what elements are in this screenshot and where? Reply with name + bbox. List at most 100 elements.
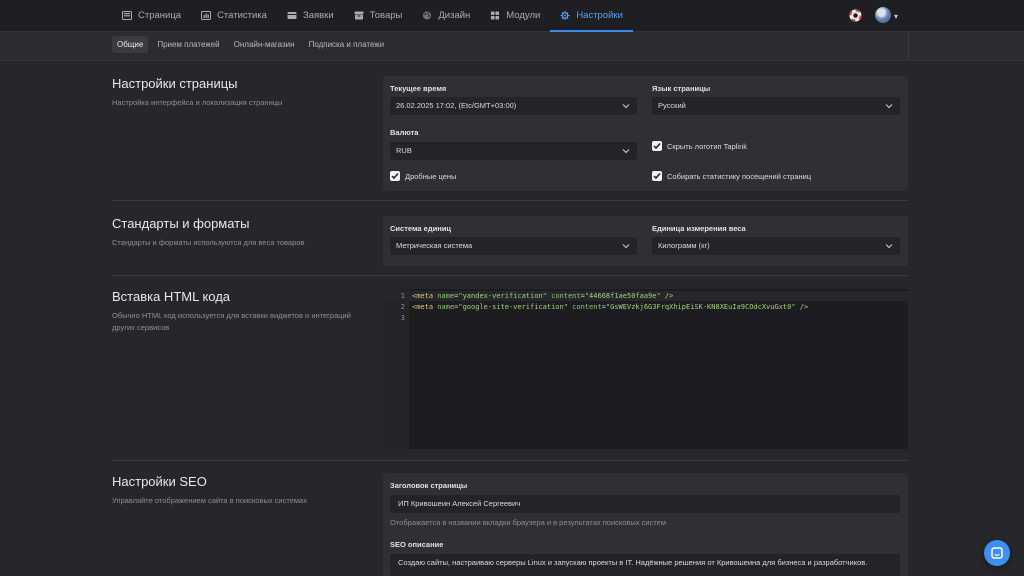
checkmark-icon <box>391 173 399 180</box>
checkbox-label: Дробные цены <box>405 171 457 181</box>
language-label: Язык страницы <box>652 84 711 93</box>
requests-icon <box>287 12 297 19</box>
modules-icon <box>491 11 500 20</box>
select-value: Килограмм (кг) <box>658 241 710 250</box>
nav-item-settings[interactable]: Настройки <box>550 0 633 32</box>
stats-icon <box>201 11 212 20</box>
nav-label: Модули <box>506 10 541 21</box>
chevron-down-icon <box>622 244 630 249</box>
nav-label: Товары <box>369 10 403 21</box>
standards-panel: Система единиц Метрическая система Едини… <box>383 216 908 266</box>
code-string: "44668f1ae50faa9e" <box>584 292 661 300</box>
fractional-prices-checkbox[interactable]: Дробные цены <box>390 171 456 181</box>
palette-icon <box>423 11 432 20</box>
code-tag: /> <box>664 292 674 300</box>
section-description: Обычно HTML код используется для вставки… <box>112 311 351 332</box>
currency-label: Валюта <box>390 128 419 137</box>
page-settings-panel: Текущее время 26.02.2025 17:02, (Etc/GMT… <box>383 76 908 191</box>
line-number: 2 <box>400 303 405 311</box>
top-navigation-bar: Страница Статистика Заявки Товары Дизайн… <box>0 0 1024 32</box>
page-title-hint: Отображается в названии вкладки браузера… <box>390 518 666 527</box>
chevron-down-icon[interactable]: ▾ <box>894 12 898 21</box>
settings-icon <box>560 11 570 20</box>
section-description: Управляйте отображением сайта в поисковы… <box>112 496 307 505</box>
checkmark-icon <box>653 173 661 180</box>
code-text: <meta name="google-site-verification" co… <box>412 302 808 312</box>
nav-label: Дизайн <box>438 10 471 21</box>
seo-description-textarea[interactable]: Создаю сайты, настраиваю серверы Linux и… <box>390 554 900 576</box>
code-tag: /> <box>799 303 809 311</box>
code-string: "yandex-verification" <box>458 292 547 300</box>
support-chat-button[interactable] <box>984 540 1010 566</box>
select-value: RUB <box>396 146 412 155</box>
line-number: 1 <box>400 292 405 300</box>
code-text: <meta name="yandex-verification" content… <box>412 291 673 301</box>
current-time-select[interactable]: 26.02.2025 17:02, (Etc/GMT+03:00) <box>390 97 637 115</box>
section-description: Настройка интерфейса и локализация стран… <box>112 98 283 107</box>
user-avatar[interactable] <box>875 7 891 23</box>
section-title-html-insert: Вставка HTML кода <box>112 289 231 304</box>
nav-item-products[interactable]: Товары <box>344 0 413 31</box>
weight-label: Единица измерения веса <box>652 224 746 233</box>
hide-logo-checkbox[interactable]: Скрыть логотип Taplink <box>652 141 747 151</box>
subtab-subscription[interactable]: Подписка и платежи <box>304 36 390 53</box>
code-attr: name <box>437 292 455 300</box>
help-lifebuoy-icon[interactable] <box>849 9 862 22</box>
code-line: 2 <meta name="google-site-verification" … <box>383 302 908 312</box>
checkmark-icon <box>653 143 661 150</box>
language-select[interactable]: Русский <box>652 97 900 115</box>
settings-subnav: Общие Прием платежей Онлайн-магазин Подп… <box>112 36 393 53</box>
chevron-down-icon <box>885 244 893 249</box>
main-nav: Страница Статистика Заявки Товары Дизайн… <box>112 0 633 32</box>
subtab-online-store[interactable]: Онлайн-магазин <box>229 36 300 53</box>
html-code-editor[interactable]: 1 <meta name="yandex-verification" conte… <box>383 289 908 449</box>
section-divider <box>112 460 908 461</box>
code-string: "GsWEVzkj6G3FrqXhipEiSK-KN8XEuIa9COdcXvu… <box>605 303 796 311</box>
checkbox-box[interactable] <box>390 171 400 181</box>
section-title-seo: Настройки SEO <box>112 474 207 489</box>
nav-label: Заявки <box>302 10 334 21</box>
currency-select[interactable]: RUB <box>390 142 637 160</box>
section-title-page-settings: Настройки страницы <box>112 76 238 91</box>
nav-label: Настройки <box>576 10 623 21</box>
divider <box>908 32 909 60</box>
settings-subnav-bar: Общие Прием платежей Онлайн-магазин Подп… <box>0 32 1024 61</box>
line-number: 3 <box>400 314 405 322</box>
chat-icon <box>991 547 1003 559</box>
subtab-payments[interactable]: Прием платежей <box>152 36 224 53</box>
chevron-down-icon <box>622 149 630 154</box>
page-title-input[interactable]: ИП Кривошеин Алексей Сергеевич <box>390 495 900 513</box>
seo-panel: Заголовок страницы ИП Кривошеин Алексей … <box>383 473 908 576</box>
checkbox-box[interactable] <box>652 171 662 181</box>
checkbox-label: Скрыть логотип Taplink <box>667 141 748 151</box>
checkbox-label: Собирать статистику посещений страниц <box>667 171 812 181</box>
nav-item-statistics[interactable]: Статистика <box>191 0 277 31</box>
section-title-standards: Стандарты и форматы <box>112 216 250 231</box>
page-title-label: Заголовок страницы <box>390 481 468 490</box>
chevron-down-icon <box>885 104 893 109</box>
units-select[interactable]: Метрическая система <box>390 237 637 255</box>
code-attr: content <box>572 303 602 311</box>
collect-stats-checkbox[interactable]: Собирать статистику посещений страниц <box>652 171 811 181</box>
units-label: Система единиц <box>390 224 451 233</box>
nav-label: Страница <box>138 10 182 21</box>
nav-item-requests[interactable]: Заявки <box>277 0 344 31</box>
subtab-general[interactable]: Общие <box>112 36 149 53</box>
select-value: Русский <box>658 101 686 110</box>
select-value: Метрическая система <box>396 241 473 250</box>
products-icon <box>354 11 364 20</box>
current-time-label: Текущее время <box>390 84 447 93</box>
select-value: 26.02.2025 17:02, (Etc/GMT+03:00) <box>396 101 517 110</box>
nav-label: Статистика <box>217 10 267 21</box>
nav-item-design[interactable]: Дизайн <box>412 0 480 31</box>
section-description: Стандарты и форматы используются для вес… <box>112 238 305 247</box>
code-attr: name <box>437 303 455 311</box>
nav-item-modules[interactable]: Модули <box>480 0 550 31</box>
seo-description-label: SEO описание <box>390 540 444 549</box>
nav-item-page[interactable]: Страница <box>112 0 191 31</box>
section-divider <box>112 200 908 201</box>
code-attr: content <box>551 292 581 300</box>
checkbox-box[interactable] <box>652 141 662 151</box>
code-tag: <meta <box>412 292 434 300</box>
weight-select[interactable]: Килограмм (кг) <box>652 237 900 255</box>
